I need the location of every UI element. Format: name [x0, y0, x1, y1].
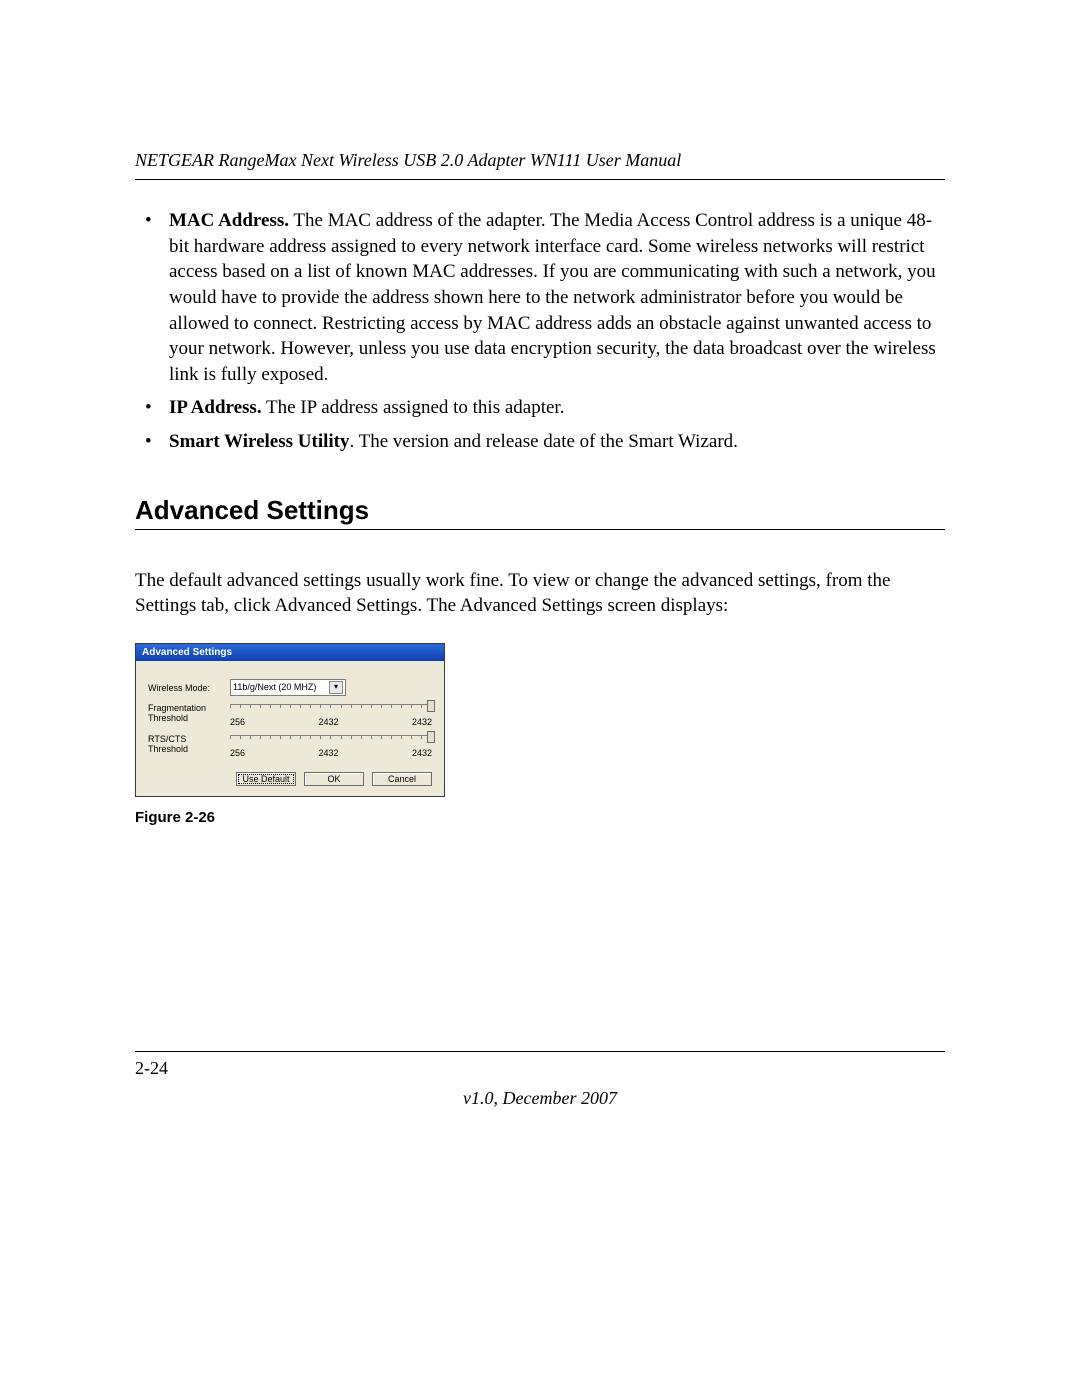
ip-address-label: IP Address. [169, 397, 262, 418]
fragmentation-slider-thumb[interactable] [427, 700, 435, 712]
fragmentation-slider[interactable] [230, 704, 432, 715]
swu-label: Smart Wireless Utility [169, 431, 349, 452]
rtscts-slider-thumb[interactable] [427, 731, 435, 743]
swu-text: . The version and release date of the Sm… [349, 431, 737, 452]
rtscts-min: 256 [230, 748, 245, 758]
cancel-button[interactable]: Cancel [372, 772, 432, 786]
page-number: 2-24 [135, 1058, 168, 1079]
wireless-mode-label: Wireless Mode: [148, 683, 230, 693]
figure-caption: Figure 2-26 [135, 809, 945, 826]
manual-page: NETGEAR RangeMax Next Wireless USB 2.0 A… [0, 0, 1080, 1397]
fragmentation-mid: 2432 [318, 717, 338, 727]
wireless-mode-dropdown[interactable]: 11b/g/Next (20 MHZ) ▾ [230, 679, 346, 696]
dialog-body: Wireless Mode: 11b/g/Next (20 MHZ) ▾ Fra… [136, 661, 444, 796]
chevron-down-icon[interactable]: ▾ [329, 681, 343, 694]
ok-button[interactable]: OK [304, 772, 364, 786]
rtscts-mid: 2432 [318, 748, 338, 758]
running-header: NETGEAR RangeMax Next Wireless USB 2.0 A… [135, 150, 945, 180]
rtscts-max: 2432 [412, 748, 432, 758]
footer-rule [135, 1051, 945, 1052]
fragmentation-threshold-row: Fragmentation Threshold 256 [148, 704, 432, 727]
wireless-mode-row: Wireless Mode: 11b/g/Next (20 MHZ) ▾ [148, 679, 432, 696]
advanced-settings-dialog: Advanced Settings Wireless Mode: 11b/g/N… [135, 643, 445, 797]
figure-2-26: Advanced Settings Wireless Mode: 11b/g/N… [135, 643, 945, 826]
wireless-mode-value: 11b/g/Next (20 MHZ) [233, 681, 316, 694]
use-default-button[interactable]: Use Default [236, 772, 296, 786]
section-heading-advanced-settings: Advanced Settings [135, 495, 945, 530]
footer-version: v1.0, December 2007 [0, 1088, 1080, 1109]
dialog-button-row: Use Default OK Cancel [148, 772, 432, 786]
mac-address-label: MAC Address. [169, 210, 289, 231]
bullet-ip-address: IP Address. The IP address assigned to t… [135, 395, 945, 421]
bullet-smart-wireless-utility: Smart Wireless Utility. The version and … [135, 429, 945, 455]
ip-address-text: The IP address assigned to this adapter. [262, 397, 565, 418]
mac-address-text: The MAC address of the adapter. The Medi… [169, 210, 936, 385]
rtscts-label-2: Threshold [148, 745, 230, 755]
bullet-list: MAC Address. The MAC address of the adap… [135, 208, 945, 455]
rtscts-slider[interactable] [230, 735, 432, 746]
fragmentation-label-2: Threshold [148, 714, 230, 724]
fragmentation-max: 2432 [412, 717, 432, 727]
fragmentation-min: 256 [230, 717, 245, 727]
bullet-mac-address: MAC Address. The MAC address of the adap… [135, 208, 945, 387]
section-intro-text: The default advanced settings usually wo… [135, 568, 945, 619]
dialog-titlebar: Advanced Settings [136, 644, 444, 661]
rtscts-threshold-row: RTS/CTS Threshold 256 [148, 735, 432, 758]
